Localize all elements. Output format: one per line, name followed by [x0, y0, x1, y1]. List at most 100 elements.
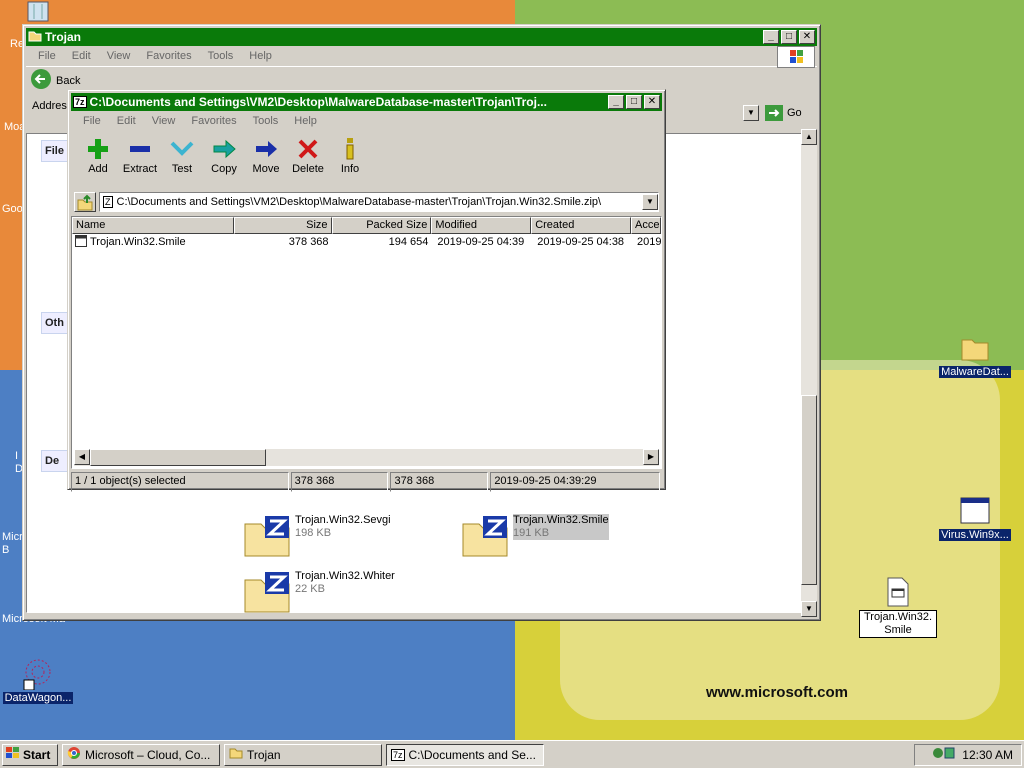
explorer-titlebar[interactable]: Trojan _ □ ✕ [26, 28, 817, 46]
column-header-name[interactable]: Name [72, 217, 234, 234]
up-folder-icon [77, 194, 93, 211]
chrome-icon [67, 746, 81, 763]
menu-tools[interactable]: Tools [200, 50, 242, 62]
tool-label: Add [88, 163, 108, 175]
rename-textbox[interactable]: Trojan.Win32. Smile [858, 610, 938, 638]
desktop-icon-label: Virus.Win9x... [939, 529, 1011, 541]
menu-tools[interactable]: Tools [245, 115, 287, 127]
sevenzip-titlebar[interactable]: 7z C:\Documents and Settings\VM2\Desktop… [71, 93, 662, 111]
sevenzip-address-row: Z C:\Documents and Settings\VM2\Desktop\… [71, 189, 662, 215]
start-label: Start [23, 747, 51, 762]
scroll-up-button[interactable]: ▲ [801, 129, 817, 145]
menu-help[interactable]: Help [286, 115, 325, 127]
sevenzip-app-icon: 7z [73, 96, 87, 108]
maximize-button[interactable]: □ [781, 30, 797, 44]
go-button[interactable]: Go [765, 105, 802, 121]
check-chevron-icon [170, 137, 194, 161]
menu-view[interactable]: View [144, 115, 184, 127]
desktop-fragment[interactable]: Goo [2, 203, 23, 215]
path-text: C:\Documents and Settings\VM2\Desktop\Ma… [116, 196, 602, 208]
move-arrow-icon [254, 137, 278, 161]
start-button[interactable]: Start [2, 743, 58, 766]
taskbar-item-sevenzip[interactable]: 7z C:\Documents and Se... [386, 743, 544, 766]
delete-button[interactable]: Delete [287, 131, 329, 189]
file-tile-whiter[interactable]: Trojan.Win32.Whiter 22 KB [243, 570, 395, 614]
clock[interactable]: 12:30 AM [962, 748, 1013, 762]
menu-file[interactable]: File [75, 115, 109, 127]
column-header-size[interactable]: Size [233, 217, 332, 234]
column-header-packed-size[interactable]: Packed Size [331, 217, 432, 234]
windows-flag-icon [6, 747, 20, 762]
info-button[interactable]: Info [329, 131, 371, 189]
close-button[interactable]: ✕ [799, 30, 815, 44]
copy-button[interactable]: Copy [203, 131, 245, 189]
sevenzip-statusbar: 1 / 1 object(s) selected 378 368 378 368… [71, 472, 662, 492]
explorer-vertical-scrollbar[interactable]: ▲ ▼ [801, 129, 817, 617]
maximize-button[interactable]: □ [626, 95, 642, 109]
window-title: C:\Documents and Settings\VM2\Desktop\Ma… [89, 95, 547, 109]
address-dropdown-button[interactable]: ▼ [743, 105, 759, 121]
back-arrow-icon[interactable] [30, 68, 52, 93]
window-title: Trojan [45, 30, 82, 44]
scroll-right-button[interactable]: ▶ [643, 449, 659, 465]
extract-button[interactable]: Extract [119, 131, 161, 189]
close-button[interactable]: ✕ [644, 95, 660, 109]
menu-edit[interactable]: Edit [109, 115, 144, 127]
sevenzip-toolbar: Add Extract Test Copy Move Delete Info [71, 131, 662, 189]
back-button[interactable]: Back [56, 75, 80, 87]
up-folder-button[interactable] [74, 192, 96, 212]
file-tile-sevgi[interactable]: Trojan.Win32.Sevgi 198 KB [243, 514, 391, 558]
taskbar: Start Microsoft – Cloud, Co... Trojan 7z… [0, 740, 1024, 768]
minimize-button[interactable]: _ [608, 95, 624, 109]
tool-label: Extract [122, 163, 158, 175]
file-size: 198 KB [295, 527, 332, 539]
go-arrow-icon [765, 105, 783, 121]
sevenzip-file-list[interactable]: Name Size Packed Size Modified Created A… [71, 216, 662, 469]
file-icon [882, 576, 914, 608]
scroll-thumb[interactable] [801, 395, 817, 585]
desktop-icon-trojan-smile[interactable]: Trojan.Win32. Smile [858, 576, 938, 638]
move-button[interactable]: Move [245, 131, 287, 189]
taskbar-item-browser[interactable]: Microsoft – Cloud, Co... [62, 743, 220, 766]
column-header-modified[interactable]: Modified [431, 217, 532, 234]
windows-logo-icon [777, 46, 815, 68]
plus-icon [86, 137, 110, 161]
path-combobox[interactable]: Z C:\Documents and Settings\VM2\Desktop\… [99, 192, 659, 212]
menu-edit[interactable]: Edit [64, 50, 99, 62]
network-icon[interactable] [932, 746, 956, 763]
horizontal-scrollbar[interactable]: ◀ ▶ [74, 449, 659, 466]
desktop-icon-malwaredatabase[interactable]: MalwareDat... [937, 332, 1013, 378]
column-header-accessed[interactable]: Acce [631, 217, 661, 234]
info-icon [338, 137, 362, 161]
minimize-button[interactable]: _ [763, 30, 779, 44]
file-name: Trojan.Win32.Whiter [295, 570, 395, 582]
menu-favorites[interactable]: Favorites [138, 50, 199, 62]
menu-help[interactable]: Help [241, 50, 280, 62]
file-tile-smile[interactable]: Trojan.Win32.Smile 191 KB [461, 514, 609, 558]
scroll-thumb[interactable] [90, 449, 266, 466]
status-selection: 1 / 1 object(s) selected [71, 472, 289, 492]
folder-icon [28, 30, 42, 45]
recycle-bin-icon[interactable] [24, 0, 52, 22]
path-dropdown-button[interactable]: ▼ [642, 194, 658, 210]
desktop-icon-datawagon[interactable]: DataWagon... [0, 658, 76, 704]
test-button[interactable]: Test [161, 131, 203, 189]
menu-view[interactable]: View [99, 50, 139, 62]
table-row[interactable]: Trojan.Win32.Smile 378 368 194 654 2019-… [72, 234, 661, 250]
zip-folder-icon [243, 570, 291, 614]
menu-file[interactable]: File [30, 50, 64, 62]
status-modified: 2019-09-25 04:39:29 [490, 472, 661, 492]
tool-label: Copy [211, 163, 237, 175]
status-packed-size: 378 368 [390, 472, 489, 492]
menu-favorites[interactable]: Favorites [183, 115, 244, 127]
sevenzip-window[interactable]: 7z C:\Documents and Settings\VM2\Desktop… [67, 89, 666, 492]
brand-text: www.microsoft.com [706, 684, 848, 701]
scroll-left-button[interactable]: ◀ [74, 449, 90, 465]
desktop-icon-virus-win9x[interactable]: Virus.Win9x... [937, 495, 1013, 541]
column-header-created[interactable]: Created [531, 217, 632, 234]
file-name: Trojan.Win32.Smile [513, 514, 609, 526]
add-button[interactable]: Add [77, 131, 119, 189]
taskbar-item-label: C:\Documents and Se... [408, 747, 536, 762]
taskbar-item-trojan[interactable]: Trojan [224, 743, 382, 766]
scroll-down-button[interactable]: ▼ [801, 601, 817, 617]
